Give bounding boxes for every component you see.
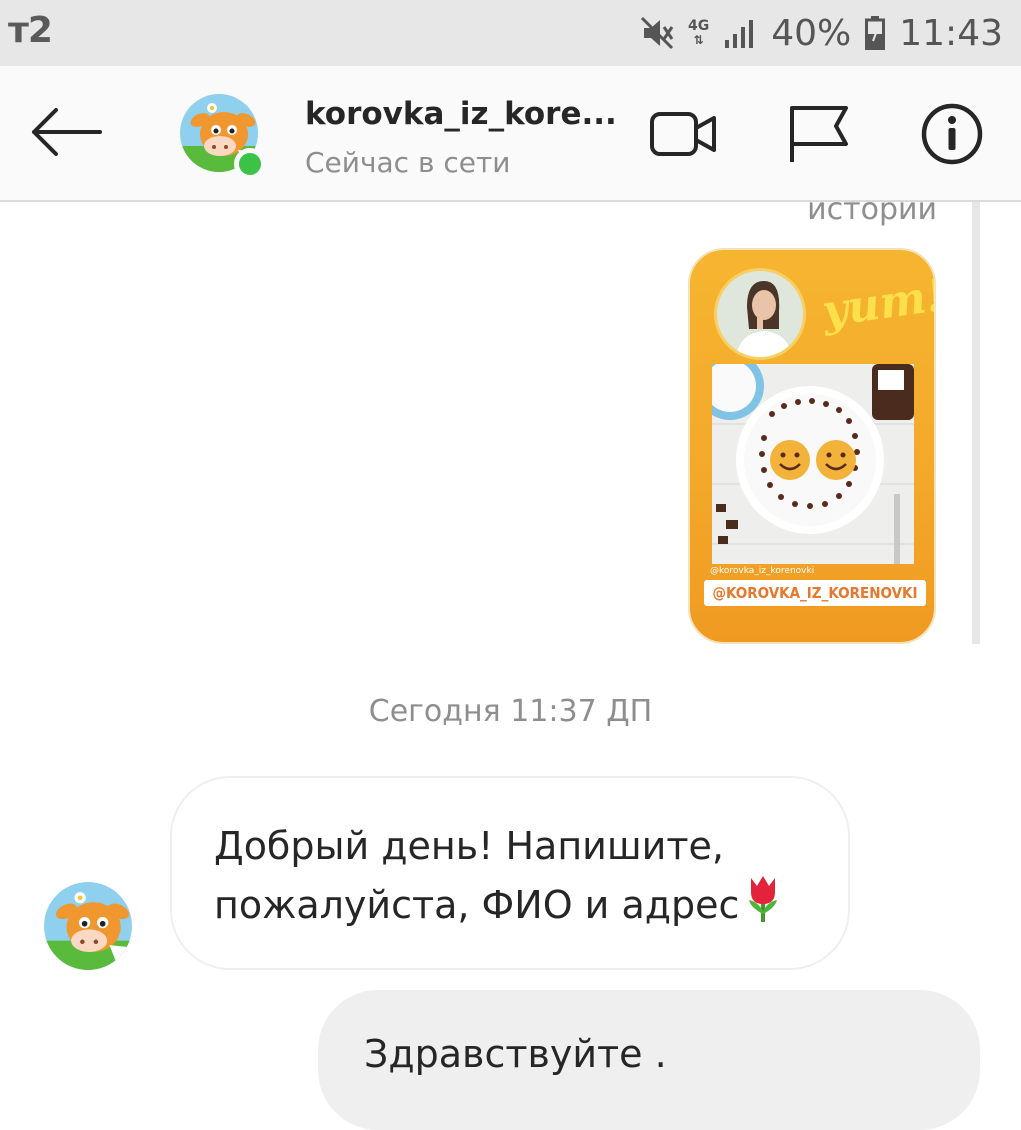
cow-logo-icon xyxy=(44,882,132,970)
shared-story-card[interactable]: yum! @korovka_iz_korenovki @KOROVKA_IZ_K… xyxy=(688,248,936,644)
tulip-emoji-icon xyxy=(748,876,777,922)
incoming-message-bubble[interactable]: Добрый день! Напишите, пожалуйста, ФИО и… xyxy=(170,776,850,970)
mute-icon xyxy=(640,16,674,50)
outgoing-message-bubble[interactable]: Здравствуйте . xyxy=(318,990,980,1130)
online-indicator xyxy=(234,148,266,180)
scrollbar[interactable] xyxy=(972,202,980,644)
network-4g-icon: 4G ⇅ xyxy=(688,18,710,47)
person-image xyxy=(717,271,803,357)
battery-icon xyxy=(865,16,886,50)
info-icon xyxy=(921,103,983,165)
back-button[interactable] xyxy=(26,102,106,162)
status-icons: 4G ⇅ 40% 11:43 xyxy=(640,10,1003,56)
online-status: Сейчас в сети xyxy=(305,146,511,179)
video-call-button[interactable] xyxy=(648,102,718,166)
report-button[interactable] xyxy=(784,102,854,166)
sender-avatar[interactable] xyxy=(44,882,132,970)
status-bar: т2 4G ⇅ 40% 11:43 xyxy=(0,0,1021,66)
chat-header: korovka_iz_kore... Сейчас в сети xyxy=(0,66,1021,202)
chat-username[interactable]: korovka_iz_kore... xyxy=(305,96,617,132)
story-mention-tag[interactable]: @KOROVKA_IZ_KORENOVKI xyxy=(704,580,926,606)
date-divider: Сегодня 11:37 ДП xyxy=(368,694,653,729)
carrier-label: т2 xyxy=(8,10,53,51)
clock: 11:43 xyxy=(899,12,1003,54)
pancakes-image xyxy=(712,364,914,564)
flag-icon xyxy=(790,106,848,162)
story-food-photo xyxy=(712,364,914,564)
battery-percent: 40% xyxy=(771,12,852,54)
story-reply-caption: истории xyxy=(807,192,937,227)
story-handle-small: @korovka_iz_korenovki xyxy=(710,566,815,576)
back-arrow-icon xyxy=(32,108,102,156)
info-button[interactable] xyxy=(916,102,986,166)
yum-sticker: yum! xyxy=(819,269,936,338)
outgoing-message-text: Здравствуйте . xyxy=(364,1032,667,1076)
video-call-icon xyxy=(650,112,716,156)
incoming-message-text: Добрый день! Напишите, пожалуйста, ФИО и… xyxy=(214,824,740,927)
signal-icon xyxy=(725,20,754,48)
profile-avatar-button[interactable] xyxy=(180,94,266,180)
story-person-photo xyxy=(714,268,806,360)
